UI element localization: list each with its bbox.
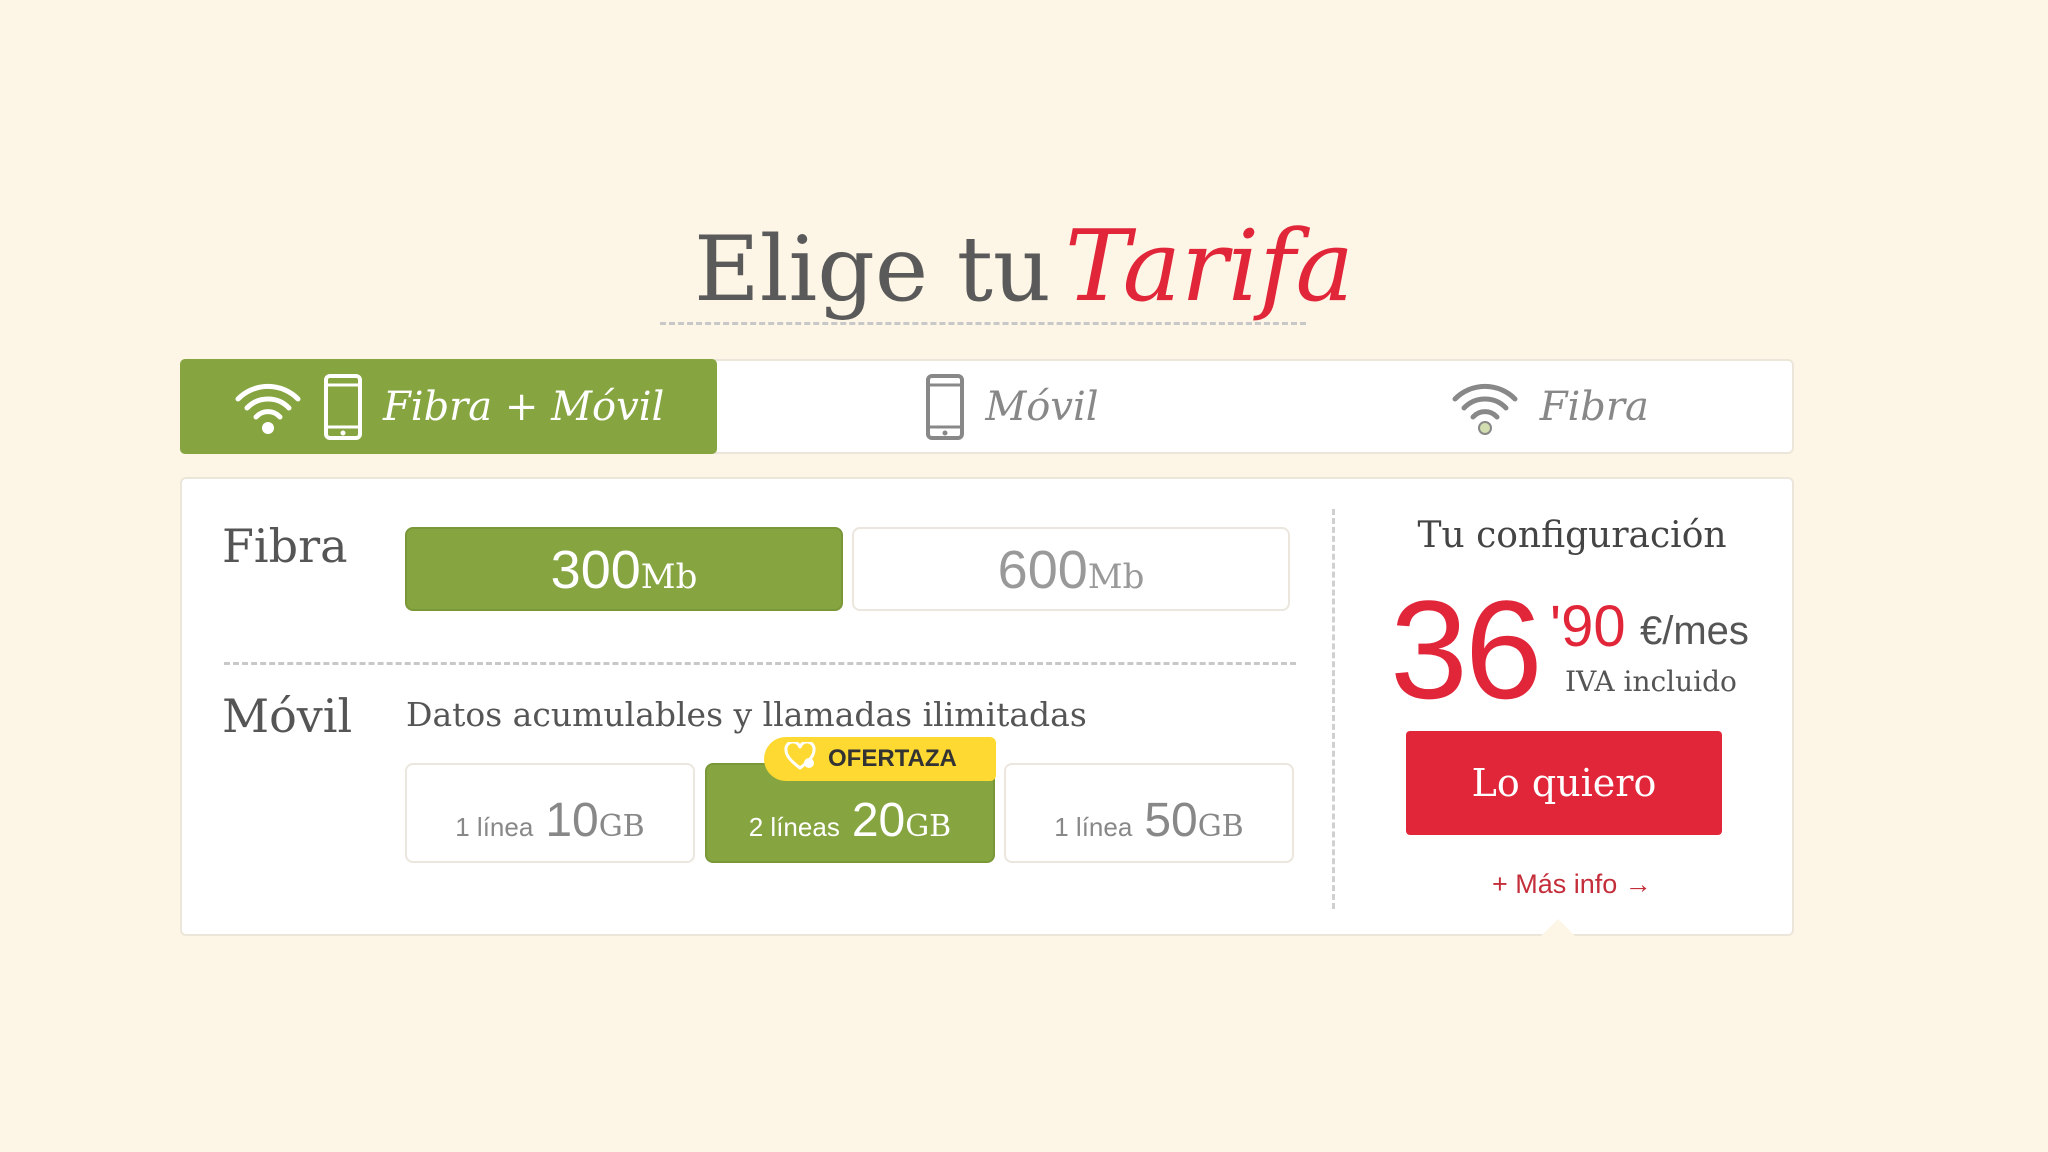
tab-fibra[interactable]: Fibra — [1307, 361, 1792, 452]
tab-movil[interactable]: Móvil — [717, 361, 1306, 452]
configuration-title: Tu configuración — [1417, 515, 1727, 556]
wifi-icon — [1450, 377, 1520, 437]
plan-data-unit: GB — [1197, 809, 1244, 844]
page-title-script: Tarifa — [1064, 210, 1354, 324]
lo-quiero-button[interactable]: Lo quiero — [1406, 731, 1722, 835]
page-title-plain: Elige tu — [694, 217, 1051, 322]
plan-data-unit: GB — [905, 809, 952, 844]
phone-icon — [925, 373, 965, 441]
plan-data: 10 — [545, 794, 599, 847]
page-title: Elige tu Tarifa — [0, 212, 2048, 325]
fibra-section-label: Fibra — [222, 519, 348, 573]
speed-value: 300 — [550, 540, 641, 600]
tariff-configurator: Fibra 300 Mb 600 Mb Móvil Datos acumulable… — [180, 477, 1794, 941]
speed-unit: Mb — [640, 557, 698, 597]
speed-option-300[interactable]: 300 Mb — [405, 527, 843, 611]
plan-option-10gb[interactable]: 1 línea 10 GB — [405, 763, 695, 863]
tab-fibra-label: Fibra — [1539, 383, 1649, 430]
plan-data: 20 — [851, 794, 906, 847]
price-cents: '90 — [1550, 594, 1626, 659]
tariff-tabs: Fibra + Móvil Móvil Fibra — [180, 359, 1794, 454]
price-unit: €/mes — [1640, 609, 1749, 653]
section-divider — [224, 662, 1296, 665]
plan-data: 50 — [1144, 794, 1198, 847]
price-integer: 36 — [1390, 571, 1543, 728]
offer-badge-label: OFERTAZA — [828, 745, 957, 772]
phone-icon — [323, 373, 363, 441]
more-info-link[interactable]: + Más info → — [1492, 869, 1652, 900]
speed-unit: Mb — [1087, 557, 1145, 597]
plan-option-50gb[interactable]: 1 línea 50 GB — [1004, 763, 1294, 863]
offer-badge: OFERTAZA — [764, 737, 996, 781]
wifi-icon — [233, 377, 303, 437]
tab-fibra-movil-label: Fibra + Móvil — [383, 383, 665, 430]
heart-icon — [784, 739, 816, 777]
tab-movil-label: Móvil — [985, 383, 1099, 430]
movil-description: Datos acumulables y llamadas ilimitadas — [406, 695, 1087, 734]
plan-data-unit: GB — [598, 809, 645, 844]
movil-section-label: Móvil — [222, 689, 353, 743]
speed-value: 600 — [997, 540, 1088, 600]
vertical-divider — [1332, 509, 1335, 909]
speed-option-600[interactable]: 600 Mb — [852, 527, 1290, 611]
tab-fibra-movil[interactable]: Fibra + Móvil — [180, 359, 718, 454]
title-divider — [660, 322, 1306, 325]
plan-lines: 1 línea — [455, 812, 534, 842]
tooltip-notch — [1536, 919, 1580, 941]
plan-lines: 2 líneas — [748, 812, 840, 842]
tax-note: IVA incluido — [1565, 665, 1737, 698]
plan-lines: 1 línea — [1054, 812, 1133, 842]
